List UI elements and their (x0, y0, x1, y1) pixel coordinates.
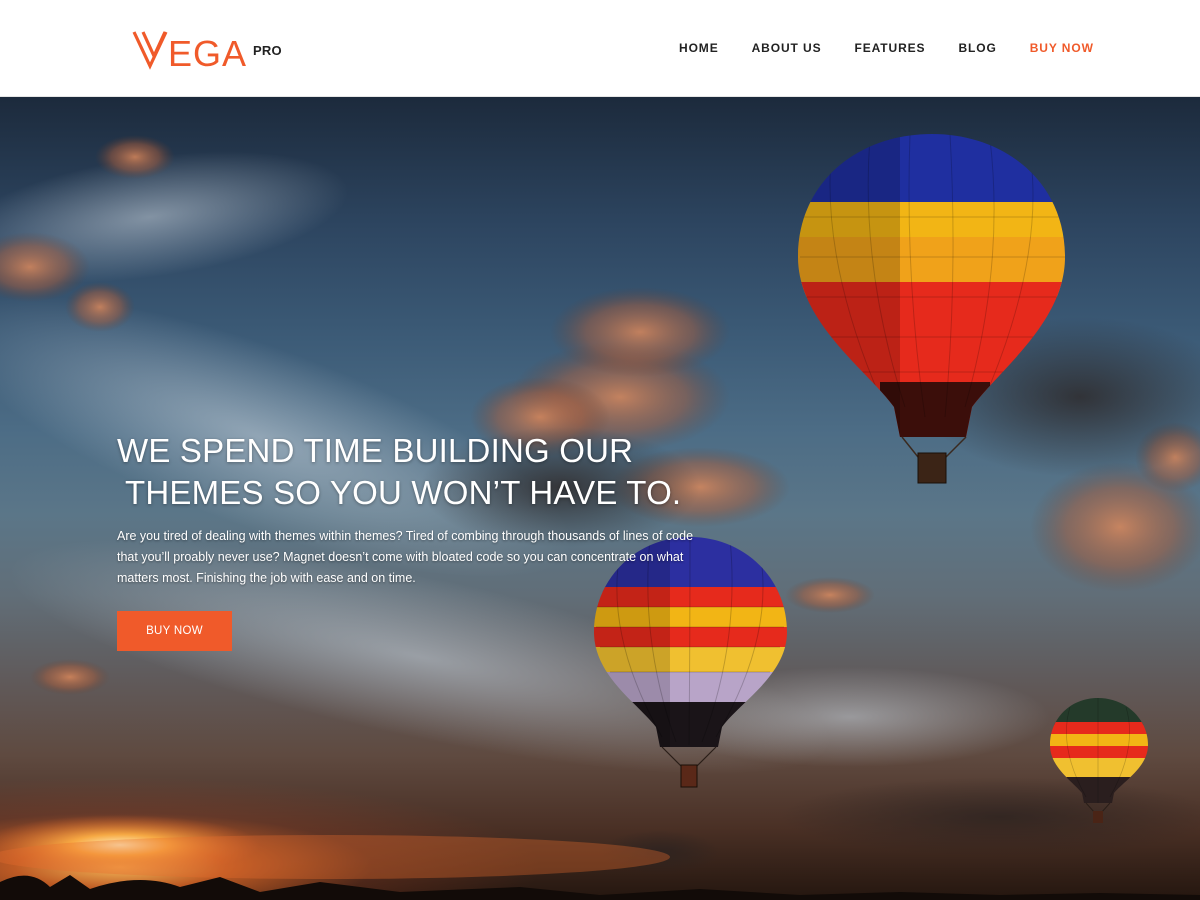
hero-buy-now-button[interactable]: BUY NOW (117, 611, 232, 651)
site-logo[interactable]: EGA PRO (132, 28, 282, 72)
hero-title-line1: WE SPEND TIME BUILDING OUR (117, 432, 634, 469)
hero-title-line2: THEMES SO YOU WON’T HAVE TO. (125, 474, 682, 511)
hero-title: WE SPEND TIME BUILDING OUR THEMES SO YOU… (117, 430, 717, 514)
hero-description: Are you tired of dealing with themes wit… (117, 529, 694, 585)
nav-blog[interactable]: BLOG (958, 41, 996, 55)
main-nav: HOME ABOUT US FEATURES BLOG BUY NOW (679, 41, 1094, 55)
nav-buy-now[interactable]: BUY NOW (1030, 41, 1094, 55)
site-header: EGA PRO HOME ABOUT US FEATURES BLOG BUY … (0, 0, 1200, 97)
hero-content: WE SPEND TIME BUILDING OUR THEMES SO YOU… (117, 430, 717, 651)
svg-text:EGA: EGA (168, 33, 247, 70)
logo-pro-badge: PRO (253, 43, 282, 58)
hero-section: WE SPEND TIME BUILDING OUR THEMES SO YOU… (0, 97, 1200, 900)
nav-features[interactable]: FEATURES (854, 41, 925, 55)
nav-about-us[interactable]: ABOUT US (752, 41, 822, 55)
nav-home[interactable]: HOME (679, 41, 719, 55)
vega-logo-icon: EGA (132, 31, 247, 70)
